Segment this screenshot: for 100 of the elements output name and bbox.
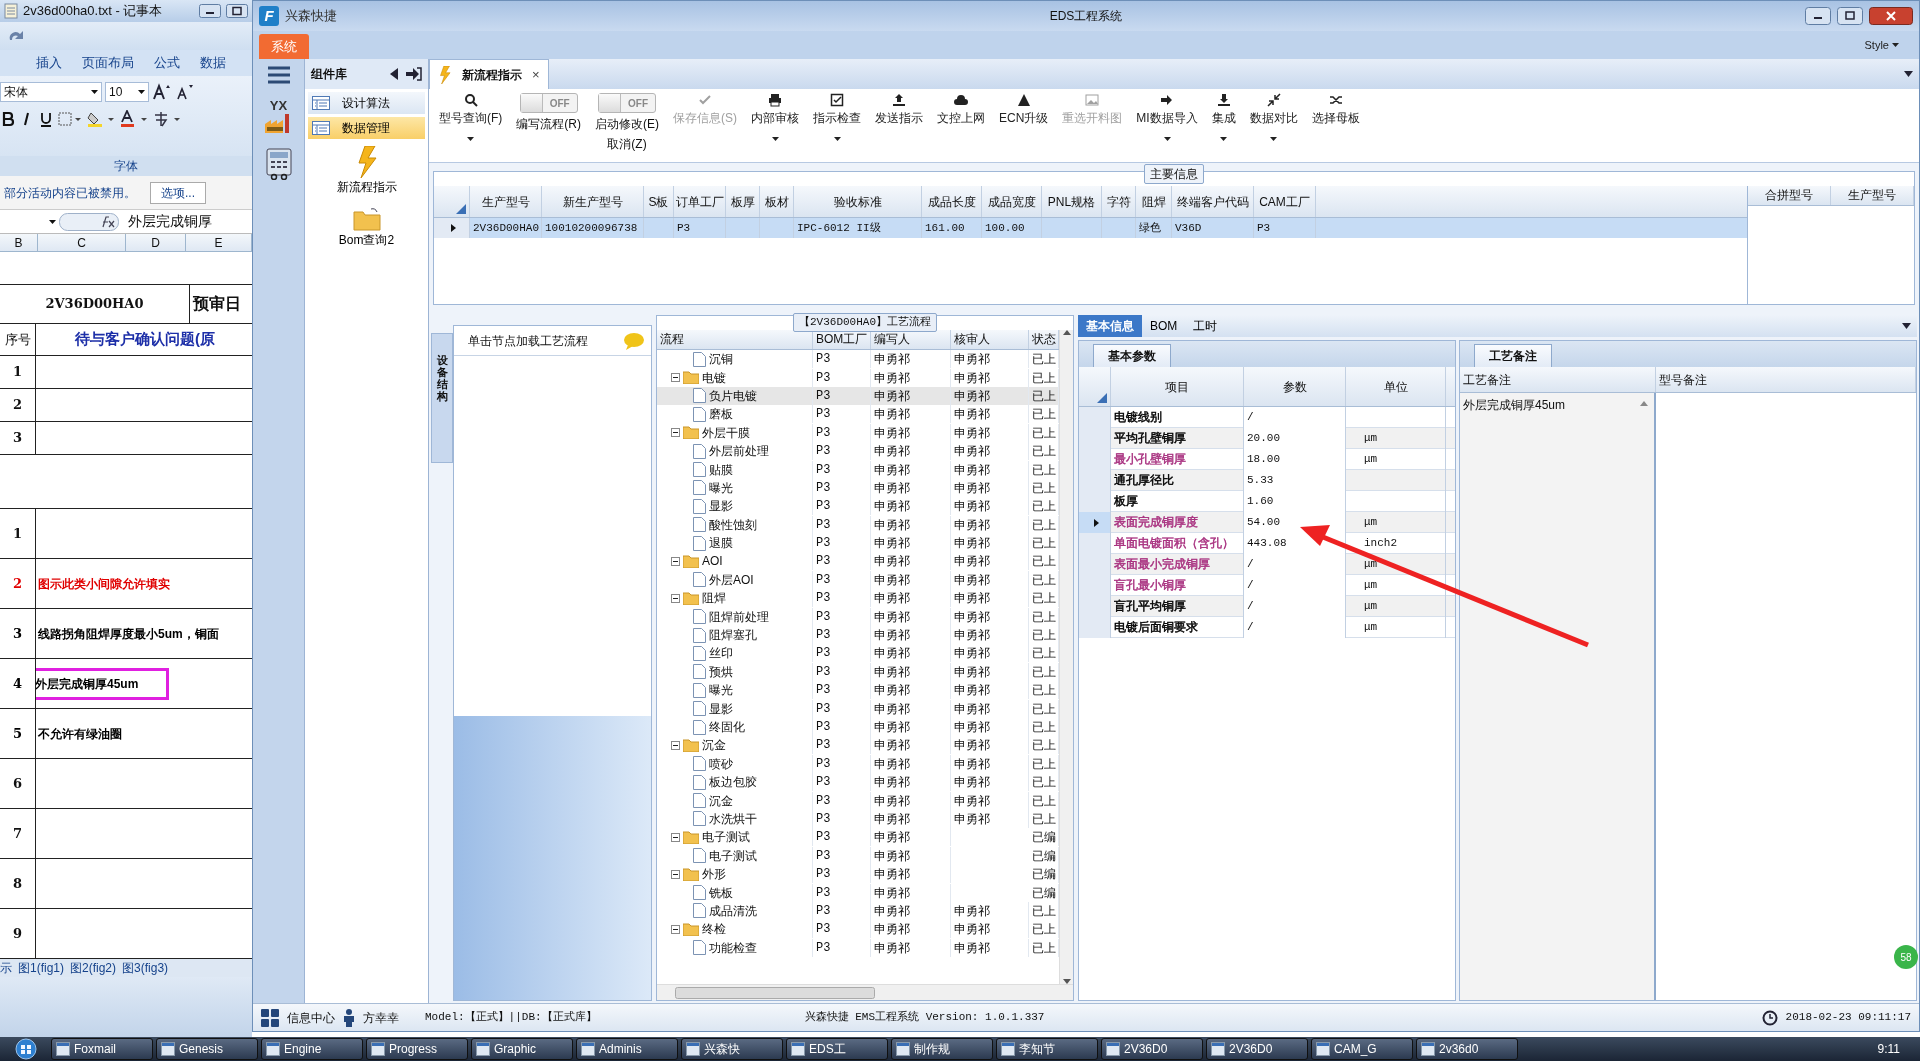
parameter-value[interactable]: / [1247,579,1254,591]
tree-row[interactable]: 外层前处理 P3 申勇祁 申勇祁 已上 [657,441,1059,461]
tree-row[interactable]: 电子测试 P3 申勇祁 已编 [657,846,1059,865]
table-row[interactable]: 电镀后面铜要求 / μm [1079,617,1455,638]
table-row[interactable]: 电镀线别 / [1079,407,1455,428]
tree-row[interactable]: 功能检查 P3 申勇祁 申勇祁 已上 [657,938,1059,957]
taskbar-button[interactable]: EDS工 [786,1038,888,1060]
tree-row[interactable]: 退膜 P3 申勇祁 申勇祁 已上 [657,533,1059,553]
taskbar-button[interactable]: 2V36D0 [1101,1038,1203,1060]
table-row[interactable]: 板厚 1.60 [1079,491,1455,512]
table-row[interactable]: 盲孔最小铜厚 / μm [1079,575,1455,596]
column-header[interactable]: 字符 [1102,186,1136,217]
column-header[interactable]: 终端客户代码 [1172,186,1254,217]
tree-row[interactable]: 显影 P3 申勇祁 申勇祁 已上 [657,699,1059,718]
tree-row[interactable]: 喷砂 P3 申勇祁 申勇祁 已上 [657,754,1059,773]
sheet-tab[interactable]: 示 [0,959,12,977]
sheet-tab[interactable]: 图1(fig1) [18,959,64,977]
font-color-icon[interactable] [119,110,149,128]
tree-row[interactable]: AOI P3 申勇祁 申勇祁 已上 [657,552,1059,571]
parameter-value[interactable]: 54.00 [1247,516,1280,528]
collapse-box-icon[interactable] [671,740,680,750]
tree-row[interactable]: 成品清洗 P3 申勇祁 申勇祁 已上 [657,901,1059,921]
table-row[interactable]: 最小孔壁铜厚 18.00 μm [1079,449,1455,470]
table-row[interactable]: 通孔厚径比 5.33 [1079,470,1455,491]
table-row[interactable]: 单面电镀面积（含孔） 443.08 inch2 [1079,533,1455,554]
taskbar-button[interactable]: Genesis [156,1038,258,1060]
column-header[interactable]: 成品宽度 [982,186,1042,217]
ribbon-tab[interactable]: 公式 [154,53,180,73]
tree-row[interactable]: 终检 P3 申勇祁 申勇祁 已上 [657,920,1059,939]
tree-row[interactable]: 曝光 P3 申勇祁 申勇祁 已上 [657,478,1059,498]
component-item[interactable]: 数据管理 [308,117,425,139]
bold-icon[interactable] [0,110,16,128]
options-button[interactable]: 选项... [150,181,206,204]
column-header[interactable]: CAM工厂 [1254,186,1316,217]
minimize-icon[interactable] [1805,7,1831,25]
table-row[interactable]: 盲孔平均铜厚 / μm [1079,596,1455,617]
tree-row[interactable]: 沉金 P3 申勇祁 申勇祁 已上 [657,736,1059,755]
column-header[interactable]: 板厚 [726,186,760,217]
tree-row[interactable]: 终固化 P3 申勇祁 申勇祁 已上 [657,717,1059,737]
close-tab-button[interactable]: × [532,64,540,85]
table-row[interactable]: 表面最小完成铜厚 / μm [1079,554,1455,575]
collapse-box-icon[interactable] [671,557,680,566]
toolbar-button[interactable]: 指示检查 [807,93,867,141]
detail-tab[interactable]: BOM [1142,315,1186,337]
font-size-field[interactable]: 10 [105,82,149,102]
column-header[interactable]: 合拼型号 [1748,186,1831,205]
column-header[interactable]: 新生产型号 [542,186,644,217]
tree-row[interactable]: 电镀 P3 申勇祁 申勇祁 已上 [657,368,1059,387]
column-header[interactable]: 编写人 [871,330,951,349]
tree-row[interactable]: 水洗烘干 P3 申勇祁 申勇祁 已上 [657,809,1059,829]
document-tab[interactable]: 新流程指示 × [429,59,549,89]
tree-row[interactable]: 电子测试 P3 申勇祁 已编 [657,828,1059,847]
taskbar-button[interactable]: Adminis [576,1038,678,1060]
collapse-box-icon[interactable] [671,869,680,879]
collapse-box-icon[interactable] [671,924,680,934]
column-header[interactable]: 订单工厂 [674,186,726,217]
column-header[interactable]: S板 [644,186,674,217]
calculator-icon[interactable] [264,148,293,180]
toolbar-button[interactable]: 内部审核 [745,93,805,141]
sheet-tab[interactable]: 图2(fig2) [70,959,117,977]
parameter-value[interactable]: 1.60 [1247,495,1274,507]
table-row[interactable]: 平均孔壁铜厚 20.00 μm [1079,428,1455,449]
tree-row[interactable]: 预烘 P3 申勇祁 申勇祁 已上 [657,662,1059,682]
dropdown-icon[interactable] [1904,71,1913,77]
collapse-box-icon[interactable] [671,593,680,603]
column-header[interactable]: 生产型号 [1831,186,1914,205]
grow-font-icon[interactable] [152,83,172,101]
ribbon-tab[interactable]: 数据 [200,53,226,73]
taskbar-button[interactable]: 李知节 [996,1038,1098,1060]
taskbar-button[interactable]: Progress [366,1038,468,1060]
tree-row[interactable]: 沉金 P3 申勇祁 申勇祁 已上 [657,791,1059,810]
row-selector[interactable] [1079,512,1111,533]
menu-icon[interactable] [266,65,291,85]
toolbar-button[interactable]: MI数据导入 [1130,93,1204,141]
toolbar-button[interactable]: ECN升级 [993,93,1055,127]
tree-row[interactable]: 外层AOI P3 申勇祁 申勇祁 已上 [657,570,1059,590]
column-header[interactable]: 核审人 [951,330,1029,349]
column-header[interactable]: 流程 [657,330,813,349]
panel-tab[interactable]: 工艺备注 [1474,344,1552,367]
shrink-font-icon[interactable] [175,83,195,101]
detail-tab[interactable]: 工时 [1185,315,1226,337]
tool-item[interactable]: Bom查询2 [308,203,425,253]
tree-row[interactable]: 贴膜 P3 申勇祁 申勇祁 已上 [657,460,1059,479]
column-header[interactable]: C [38,234,126,251]
parameter-value[interactable]: / [1247,411,1254,423]
info-center-link[interactable]: 信息中心 [287,1008,335,1027]
taskbar-button[interactable]: 2v36d0 [1416,1038,1518,1060]
toolbar-button[interactable]: 数据对比 [1243,93,1304,141]
parameter-value[interactable]: 443.08 [1247,537,1287,549]
ribbon-tab[interactable]: 页面布局 [82,53,134,73]
tree-row[interactable]: 阻焊 P3 申勇祁 申勇祁 已上 [657,589,1059,608]
tree-row[interactable]: 沉铜 P3 申勇祁 申勇祁 已上 [657,350,1059,369]
tree-row[interactable]: 外形 P3 申勇祁 已编 [657,864,1059,884]
toolbar-button[interactable]: 集成 [1205,93,1242,141]
parameter-value[interactable]: 18.00 [1247,453,1280,465]
grid-icon[interactable] [261,1008,279,1027]
taskbar-button[interactable]: 兴森快 [681,1038,783,1060]
tree-row[interactable]: 板边包胶 P3 申勇祁 申勇祁 已上 [657,773,1059,792]
maximize-icon[interactable] [226,4,248,18]
panel-tab[interactable]: 基本参数 [1093,344,1171,367]
